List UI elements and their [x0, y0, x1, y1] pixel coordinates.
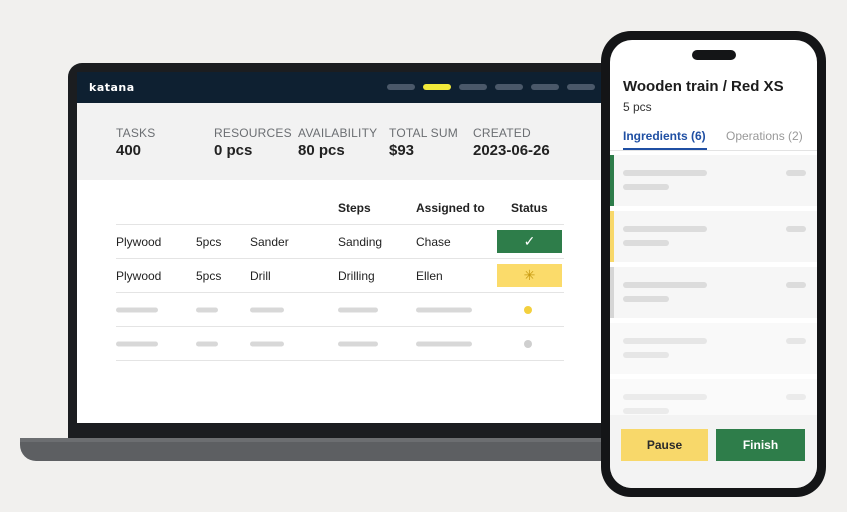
placeholder-bar — [623, 226, 707, 232]
laptop-base-edge — [20, 438, 620, 442]
stat-value: 400 — [116, 142, 142, 159]
stat-label: CREATED — [473, 126, 531, 140]
stat-created: CREATED 2023-06-26 — [473, 126, 550, 159]
pending-status-dot — [524, 305, 532, 314]
pause-button[interactable]: Pause — [621, 429, 708, 461]
cell-material: Plywood — [116, 234, 162, 249]
stat-resources: RESOURCES 0 pcs — [214, 126, 292, 159]
stat-value: 0 pcs — [214, 142, 253, 159]
placeholder-bar — [786, 226, 806, 232]
operations-table: Steps Assigned to Status Plywood 5pcs Sa… — [116, 192, 564, 361]
status-done-button[interactable]: ✓ — [497, 230, 562, 253]
stat-tasks: TASKS 400 — [116, 126, 155, 159]
placeholder-bar — [250, 307, 284, 312]
cell-assignee: Chase — [416, 234, 451, 249]
stat-label: AVAILABILITY — [298, 126, 378, 140]
placeholder-bar — [623, 352, 669, 358]
status-in-progress-button[interactable]: ✳ — [497, 264, 562, 287]
tab-ingredients[interactable]: Ingredients (6) — [623, 129, 706, 143]
stat-label: TOTAL SUM — [389, 126, 458, 140]
nav-item-5[interactable] — [531, 84, 559, 90]
app-header: katana — [77, 72, 607, 103]
nav-item-3[interactable] — [459, 84, 487, 90]
product-quantity: 5 pcs — [623, 100, 652, 114]
placeholder-bar — [786, 394, 806, 400]
table-row[interactable]: Plywood 5pcs Sander Sanding Chase ✓ — [116, 225, 564, 259]
checkmark-icon: ✓ — [523, 233, 536, 249]
stat-availability: AVAILABILITY 80 pcs — [298, 126, 377, 159]
placeholder-bar — [623, 240, 669, 246]
placeholder-bar — [196, 307, 218, 312]
phone-tabs: Ingredients (6) Operations (2) — [610, 126, 817, 151]
phone-screen: Wooden train / Red XS 5 pcs Ingredients … — [610, 40, 817, 488]
stat-label: TASKS — [116, 126, 156, 140]
ingredient-card[interactable] — [610, 155, 817, 206]
finish-button[interactable]: Finish — [716, 429, 805, 461]
katana-logo[interactable]: katana — [89, 81, 135, 94]
placeholder-bar — [338, 307, 378, 312]
spinner-icon: ✳ — [523, 267, 536, 283]
placeholder-bar — [786, 170, 806, 176]
header-status[interactable]: Status — [511, 201, 548, 215]
placeholder-bar — [116, 341, 158, 346]
ingredient-card[interactable] — [610, 211, 817, 262]
cell-step: Drilling — [338, 268, 375, 283]
idle-status-dot — [524, 339, 532, 348]
cell-assignee: Ellen — [416, 268, 443, 283]
order-summary: TASKS 400 RESOURCES 0 pcs AVAILABILITY 8… — [77, 103, 607, 180]
table-row[interactable]: Plywood 5pcs Drill Drilling Ellen ✳ — [116, 259, 564, 293]
table-row-placeholder — [116, 327, 564, 361]
cell-quantity: 5pcs — [196, 234, 222, 249]
nav-menu — [387, 84, 595, 90]
header-steps[interactable]: Steps — [338, 201, 371, 215]
cell-quantity: 5pcs — [196, 268, 222, 283]
placeholder-bar — [338, 341, 378, 346]
stat-value: 2023-06-26 — [473, 142, 550, 159]
placeholder-bar — [623, 296, 669, 302]
placeholder-bar — [623, 170, 707, 176]
laptop-screen: katana TASKS 400 RESOURCES 0 pcs AVAILAB… — [77, 72, 607, 423]
stat-value: $93 — [389, 142, 415, 159]
cell-tool: Drill — [250, 268, 271, 283]
nav-item-active[interactable] — [423, 84, 451, 90]
placeholder-bar — [116, 307, 158, 312]
cell-material: Plywood — [116, 268, 162, 283]
cell-tool: Sander — [250, 234, 289, 249]
placeholder-bar — [623, 184, 669, 190]
card-status-accent — [610, 211, 614, 262]
nav-item-4[interactable] — [495, 84, 523, 90]
stat-label: RESOURCES — [214, 126, 292, 140]
nav-item-6[interactable] — [567, 84, 595, 90]
placeholder-bar — [416, 341, 472, 346]
cell-step: Sanding — [338, 234, 383, 249]
stat-total-sum: TOTAL SUM $93 — [389, 126, 458, 159]
placeholder-bar — [623, 394, 707, 400]
ingredient-card[interactable] — [610, 323, 817, 374]
placeholder-bar — [623, 338, 707, 344]
product-title: Wooden train / Red XS — [623, 78, 784, 95]
stat-value: 80 pcs — [298, 142, 345, 159]
active-tab-indicator — [623, 148, 707, 150]
placeholder-bar — [623, 282, 707, 288]
placeholder-bar — [250, 341, 284, 346]
placeholder-bar — [786, 338, 806, 344]
placeholder-bar — [416, 307, 472, 312]
card-status-accent — [610, 155, 614, 206]
tab-operations[interactable]: Operations (2) — [726, 129, 803, 143]
table-row-placeholder — [116, 293, 564, 327]
action-footer: Pause Finish — [610, 415, 817, 488]
placeholder-bar — [196, 341, 218, 346]
table-header: Steps Assigned to Status — [116, 192, 564, 225]
nav-item-1[interactable] — [387, 84, 415, 90]
placeholder-bar — [786, 282, 806, 288]
ingredient-card[interactable] — [610, 267, 817, 318]
card-status-accent — [610, 267, 614, 318]
phone-notch — [692, 50, 736, 60]
header-assigned[interactable]: Assigned to — [416, 201, 485, 215]
placeholder-bar — [623, 408, 669, 414]
